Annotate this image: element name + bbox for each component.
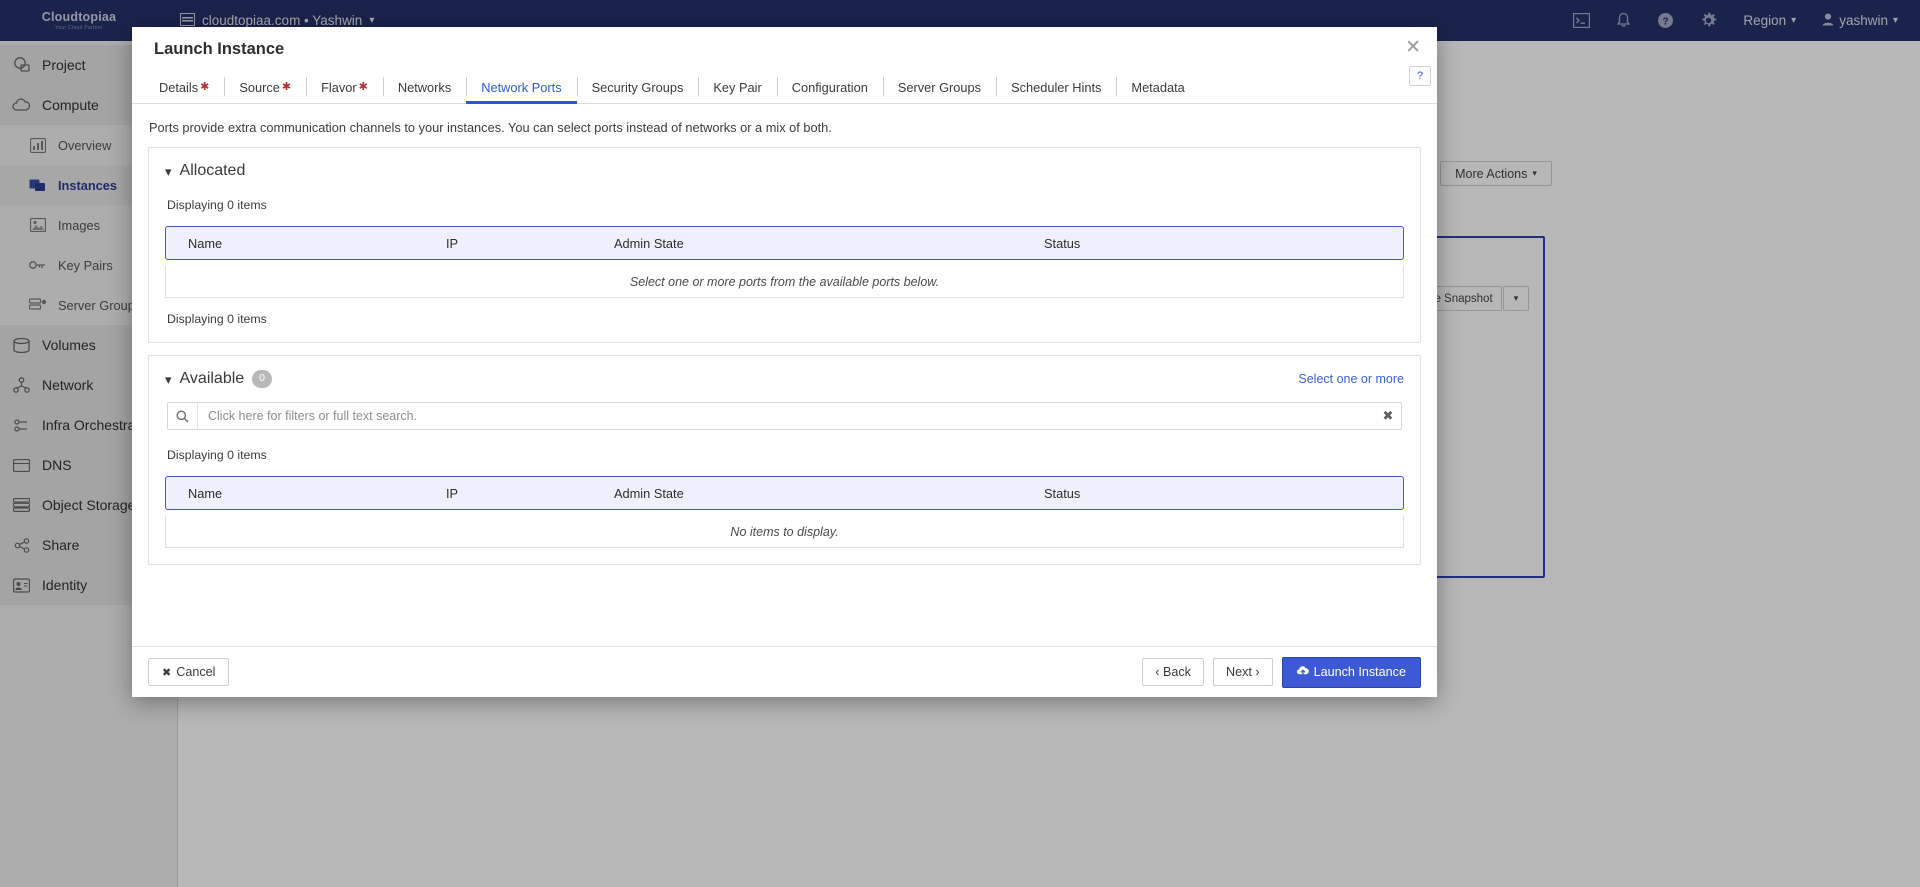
cancel-label: Cancel [176,665,215,679]
required-asterisk-icon: ✱ [282,82,291,93]
tab-label: Source [239,80,280,95]
allocated-panel: ▾ Allocated Displaying 0 items Name IP A… [148,147,1421,343]
available-header[interactable]: ▾ Available 0 Select one or more [165,370,1404,388]
tab-label: Metadata [1131,80,1184,95]
tab-label: Network Ports [481,80,561,95]
chevron-down-icon: ▾ [165,373,172,386]
dialog-footer: ✖ Cancel ‹ Back Next › Launch Instance [132,646,1437,697]
dialog-header: Launch Instance ✕ ? [132,27,1437,72]
available-title: Available [180,370,245,388]
tab-label: Server Groups [898,80,981,95]
select-one-or-more-link[interactable]: Select one or more [1298,372,1404,386]
column-header-ip[interactable]: IP [446,236,614,251]
tab-network-ports[interactable]: Network Ports [466,72,576,103]
launch-instance-dialog: Launch Instance ✕ ? Details ✱ Source ✱ F… [132,27,1437,697]
page-title: Launch Instance [154,40,284,59]
tab-label: Flavor [321,80,357,95]
available-table-header: Name IP Admin State Status [165,476,1404,510]
column-header-admin-state[interactable]: Admin State [614,486,1044,501]
cancel-button[interactable]: ✖ Cancel [148,658,229,686]
tab-configuration[interactable]: Configuration [777,72,883,103]
available-count-badge: 0 [252,370,272,388]
tab-label: Networks [398,80,451,95]
allocated-header[interactable]: ▾ Allocated [165,162,1404,180]
chevron-down-icon: ▾ [165,165,172,178]
back-button[interactable]: ‹ Back [1142,658,1204,686]
intro-text: Ports provide extra communication channe… [149,120,1421,135]
tab-security-groups[interactable]: Security Groups [577,72,699,103]
tab-server-groups[interactable]: Server Groups [883,72,996,103]
column-header-ip[interactable]: IP [446,486,614,501]
allocated-empty-row: Select one or more ports from the availa… [165,266,1404,298]
launch-instance-label: Launch Instance [1314,665,1406,679]
allocated-table-header: Name IP Admin State Status [165,226,1404,260]
launch-instance-button[interactable]: Launch Instance [1282,657,1421,688]
upload-icon [1297,665,1309,680]
search-input[interactable] [198,403,1375,429]
dialog-body: Ports provide extra communication channe… [132,104,1437,646]
back-label: ‹ Back [1155,665,1191,679]
tab-key-pair[interactable]: Key Pair [698,72,776,103]
required-asterisk-icon: ✱ [359,82,368,93]
close-icon[interactable]: ✕ [1405,38,1421,57]
tab-flavor[interactable]: Flavor ✱ [306,72,383,103]
required-asterisk-icon: ✱ [200,82,209,93]
tab-label: Scheduler Hints [1011,80,1101,95]
allocated-count-top: Displaying 0 items [167,198,1404,212]
search-icon [168,403,198,429]
column-header-status[interactable]: Status [1044,236,1403,251]
available-search-bar[interactable]: ✖ [167,402,1402,430]
tab-label: Security Groups [592,80,684,95]
column-header-name[interactable]: Name [166,486,446,501]
tab-details[interactable]: Details ✱ [144,72,224,103]
tab-metadata[interactable]: Metadata [1116,72,1199,103]
tab-label: Key Pair [713,80,761,95]
column-header-status[interactable]: Status [1044,486,1403,501]
next-button[interactable]: Next › [1213,658,1273,686]
allocated-title: Allocated [180,162,246,180]
available-empty-row: No items to display. [165,516,1404,548]
wizard-tab-bar: Details ✱ Source ✱ Flavor ✱ Networks Net… [132,72,1437,104]
tab-label: Details [159,80,198,95]
tab-source[interactable]: Source ✱ [224,72,306,103]
footer-nav-buttons: ‹ Back Next › Launch Instance [1142,657,1421,688]
tab-label: Configuration [792,80,868,95]
tab-scheduler-hints[interactable]: Scheduler Hints [996,72,1116,103]
available-count: Displaying 0 items [167,448,1404,462]
column-header-admin-state[interactable]: Admin State [614,236,1044,251]
next-label: Next › [1226,665,1260,679]
close-icon: ✖ [162,666,171,679]
column-header-name[interactable]: Name [166,236,446,251]
clear-search-icon[interactable]: ✖ [1375,403,1401,429]
tab-networks[interactable]: Networks [383,72,466,103]
available-panel: ▾ Available 0 Select one or more ✖ Displ… [148,355,1421,565]
allocated-count-bottom: Displaying 0 items [167,312,1404,326]
